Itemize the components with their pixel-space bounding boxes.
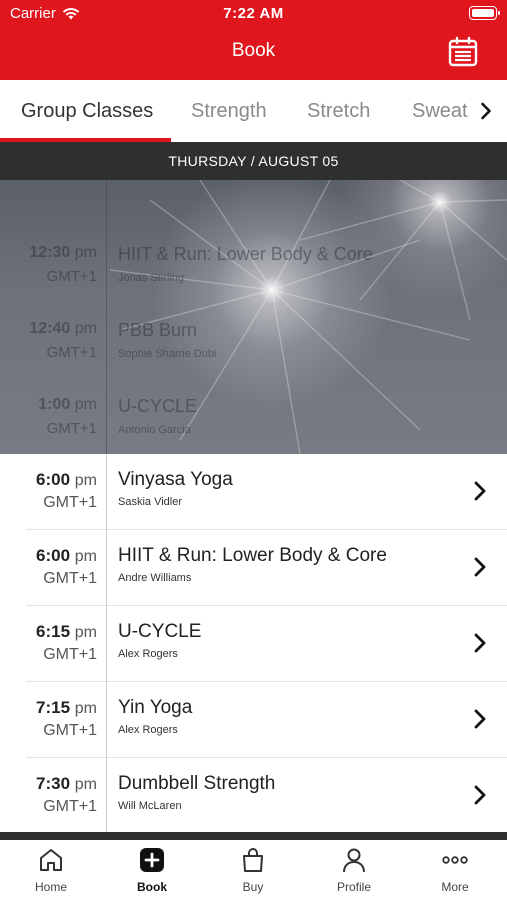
status-time: 7:22 AM [223, 5, 284, 22]
bottom-tab-bar: Home Book Buy Profile More [0, 840, 507, 900]
past-class-row: 12:30 pm GMT+1 HIIT & Run: Lower Body & … [0, 230, 507, 306]
chevron-right-icon [474, 785, 486, 805]
tabs-scroll-right-button[interactable] [471, 94, 501, 128]
class-time: 1:00 pm [38, 396, 97, 413]
class-row[interactable]: 7:15 pm GMT+1 Yin Yoga Alex Rogers [0, 682, 507, 758]
chevron-right-icon [474, 633, 486, 653]
tab-group-classes[interactable]: Group Classes [21, 100, 153, 123]
class-name: Dumbbell Strength [118, 773, 276, 794]
tabbar-item-buy[interactable]: Buy [203, 846, 303, 900]
class-timezone: GMT+1 [43, 494, 97, 511]
chevron-right-icon [474, 481, 486, 501]
class-name: U-CYCLE [118, 621, 202, 642]
class-time: 12:30 pm [29, 244, 97, 261]
tabbar-item-profile[interactable]: Profile [304, 846, 404, 900]
tab-stretch[interactable]: Stretch [307, 100, 370, 123]
tabbar-item-more[interactable]: More [405, 846, 505, 900]
class-row[interactable]: 6:00 pm GMT+1 Vinyasa Yoga Saskia Vidler [0, 454, 507, 530]
more-dots-icon [442, 856, 468, 864]
class-timezone: GMT+1 [43, 722, 97, 739]
class-name: HIIT & Run: Lower Body & Core [118, 244, 373, 264]
class-instructor: Andre Williams [118, 572, 192, 584]
class-time: 7:30 pm [36, 774, 97, 793]
class-time: 6:00 pm [36, 470, 97, 489]
class-name: HIIT & Run: Lower Body & Core [118, 545, 387, 566]
battery-icon [469, 6, 500, 20]
status-bar: Carrier 7:22 AM [0, 0, 507, 28]
chevron-right-icon [481, 102, 491, 120]
class-list: 6:00 pm GMT+1 Vinyasa Yoga Saskia Vidler… [0, 454, 507, 832]
past-classes-overlay: 12:30 pm GMT+1 HIIT & Run: Lower Body & … [0, 180, 507, 454]
class-instructor: Will McLaren [118, 800, 182, 812]
plus-square-icon [140, 848, 164, 872]
class-row[interactable]: 7:30 pm GMT+1 Dumbbell Strength Will McL… [0, 758, 507, 834]
class-instructor: Jonas Stirling [118, 272, 185, 284]
tab-strength[interactable]: Strength [191, 100, 267, 123]
class-instructor: Sophie Sharrie Dubi [118, 348, 217, 360]
class-name: U-CYCLE [118, 396, 198, 416]
past-class-row: 12:40 pm GMT+1 PBB Burn Sophie Sharrie D… [0, 306, 507, 382]
tabbar-item-book[interactable]: Book [102, 846, 202, 900]
class-timezone: GMT+1 [46, 344, 97, 361]
class-timezone: GMT+1 [43, 798, 97, 815]
calendar-icon[interactable] [447, 36, 479, 68]
class-instructor: Alex Rogers [118, 724, 178, 736]
class-time: 12:40 pm [29, 320, 97, 337]
class-time: 6:15 pm [36, 622, 97, 641]
class-instructor: Saskia Vidler [118, 496, 182, 508]
tabbar-label: Book [137, 880, 167, 894]
tabbar-label: More [441, 880, 469, 894]
category-tabs: Group Classes Strength Stretch Sweat [0, 80, 507, 142]
class-timezone: GMT+1 [46, 268, 97, 285]
chevron-right-icon [474, 557, 486, 577]
header-bar: Carrier 7:22 AM Book [0, 0, 507, 80]
class-timezone: GMT+1 [43, 646, 97, 663]
tabbar-label: Home [34, 880, 67, 894]
class-instructor: Antonio Garcia [118, 424, 191, 436]
tabbar-label: Profile [336, 880, 371, 894]
tabbar-label: Buy [242, 880, 264, 894]
person-icon [343, 848, 365, 873]
class-name: Yin Yoga [118, 697, 193, 718]
bag-icon [243, 848, 263, 872]
chevron-right-icon [474, 709, 486, 729]
past-class-row: 1:00 pm GMT+1 U-CYCLE Antonio Garcia [0, 382, 507, 454]
tab-sweat[interactable]: Sweat [412, 100, 468, 123]
tabbar-divider [0, 832, 507, 840]
class-name: Vinyasa Yoga [118, 469, 233, 490]
class-timezone: GMT+1 [46, 420, 97, 437]
date-header: THURSDAY / AUGUST 05 [0, 142, 507, 180]
class-time: 6:00 pm [36, 546, 97, 565]
class-time: 7:15 pm [36, 698, 97, 717]
home-icon [40, 849, 62, 871]
class-row[interactable]: 6:15 pm GMT+1 U-CYCLE Alex Rogers [0, 606, 507, 682]
page-title: Book [231, 40, 276, 61]
class-timezone: GMT+1 [43, 570, 97, 587]
class-instructor: Alex Rogers [118, 648, 178, 660]
tabbar-item-home[interactable]: Home [1, 846, 101, 900]
class-name: PBB Burn [118, 320, 198, 340]
class-row[interactable]: 6:00 pm GMT+1 HIIT & Run: Lower Body & C… [0, 530, 507, 606]
